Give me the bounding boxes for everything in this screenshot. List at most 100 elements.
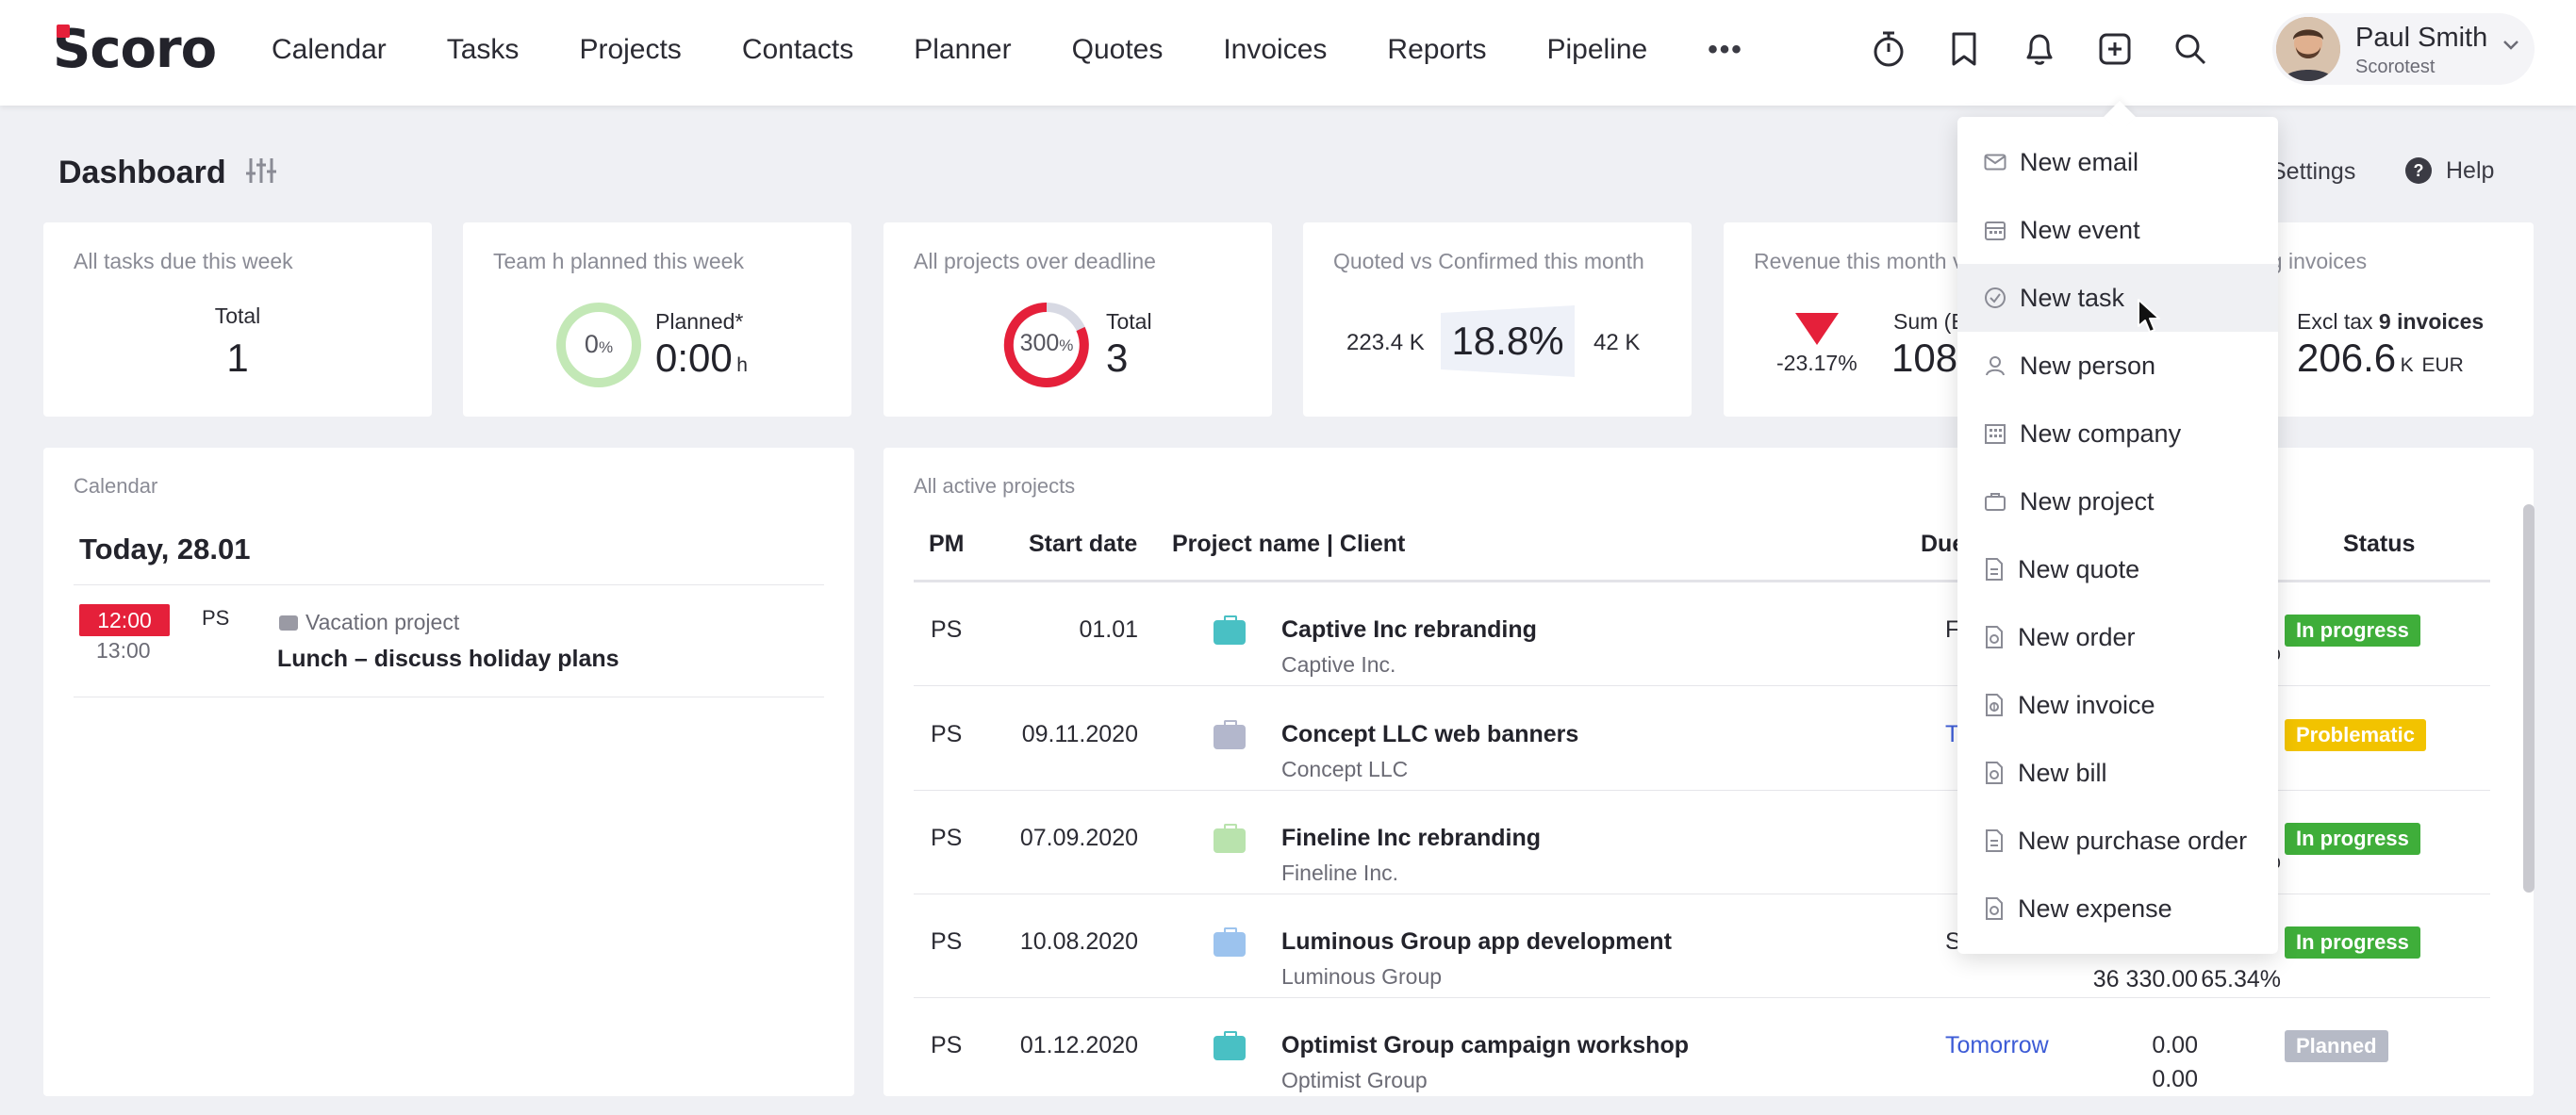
- add-square-icon[interactable]: [2095, 25, 2135, 74]
- row-pm: PS: [931, 721, 963, 747]
- row-project-name[interactable]: Luminous Group app development: [1281, 928, 1672, 956]
- column-header-pm[interactable]: PM: [929, 531, 965, 558]
- row-project-name[interactable]: Captive Inc rebranding: [1281, 616, 1537, 644]
- status-badge: In progress: [2285, 615, 2420, 647]
- nav-projects[interactable]: Projects: [579, 34, 681, 66]
- menu-item-new-purchase-order[interactable]: New purchase order: [1957, 807, 2278, 875]
- event-project: Vacation project: [279, 610, 459, 635]
- calendar-date: Today, 28.01: [79, 533, 251, 566]
- search-icon[interactable]: [2171, 25, 2210, 74]
- kpi-change: -23.17%: [1776, 351, 1858, 375]
- menu-item-new-quote[interactable]: New quote: [1957, 535, 2278, 603]
- nav-planner[interactable]: Planner: [914, 34, 1011, 66]
- row-client[interactable]: Captive Inc.: [1281, 652, 1395, 678]
- event-title: Lunch – discuss holiday plans: [277, 646, 619, 672]
- menu-item-new-email[interactable]: New email: [1957, 128, 2278, 196]
- menu-item-new-person[interactable]: New person: [1957, 332, 2278, 400]
- kpi-projects-over-deadline[interactable]: All projects over deadline 300% Total 3: [883, 222, 1272, 417]
- invoice-document-icon: [1986, 694, 2003, 716]
- kpi-title: Revenue this month v: [1754, 249, 1964, 273]
- briefcase-icon: [1214, 824, 1246, 853]
- status-badge: Problematic: [2285, 719, 2426, 751]
- column-header-status[interactable]: Status: [2343, 531, 2415, 558]
- nav-contacts[interactable]: Contacts: [742, 34, 853, 66]
- settings-link[interactable]: Settings: [2271, 158, 2355, 186]
- scoro-logo[interactable]: Scoro: [53, 19, 217, 80]
- help-link[interactable]: ? Help: [2404, 156, 2494, 185]
- column-header-project-name[interactable]: Project name | Client: [1172, 531, 1405, 558]
- row-project-name[interactable]: Optimist Group campaign workshop: [1281, 1032, 1689, 1059]
- document-icon: [1986, 558, 2003, 581]
- menu-item-new-order[interactable]: New order: [1957, 603, 2278, 671]
- menu-item-new-bill[interactable]: New bill: [1957, 739, 2278, 807]
- kpi-value: 0:00 h: [655, 336, 748, 380]
- bill-document-icon: [1986, 762, 2003, 784]
- menu-item-new-invoice[interactable]: New invoice: [1957, 671, 2278, 739]
- row-start-date: 10.08.2020: [1019, 928, 1138, 955]
- kpi-title: Quoted vs Confirmed this month: [1333, 249, 1644, 273]
- order-document-icon: [1986, 626, 2003, 648]
- kpi-label: Sum (E: [1893, 309, 1966, 334]
- section-title: Calendar: [74, 474, 158, 498]
- nav-quotes[interactable]: Quotes: [1072, 34, 1164, 66]
- row-client[interactable]: Optimist Group: [1281, 1068, 1428, 1093]
- row-due: Tomorrow: [1945, 1032, 2049, 1058]
- down-triangle-icon: [1795, 313, 1839, 345]
- kpi-tasks-due[interactable]: All tasks due this week Total 1: [43, 222, 432, 417]
- nav-reports[interactable]: Reports: [1387, 34, 1486, 66]
- expense-document-icon: [1986, 897, 2003, 920]
- nav-more-button[interactable]: •••: [1708, 34, 1743, 66]
- kpi-value: 108: [1891, 336, 1958, 380]
- table-row[interactable]: PS 01.12.2020 Optimist Group campaign wo…: [914, 998, 2490, 1096]
- column-header-start-date[interactable]: Start date: [1029, 531, 1137, 558]
- row-pm: PS: [931, 825, 963, 851]
- chevron-down-icon: [2502, 40, 2519, 51]
- donut-label: 300%: [1019, 330, 1074, 356]
- bell-icon[interactable]: [2020, 25, 2059, 74]
- row-client[interactable]: Concept LLC: [1281, 757, 1408, 782]
- menu-item-new-expense[interactable]: New expense: [1957, 875, 2278, 943]
- new-item-dropdown: New email New event New task New person …: [1957, 117, 2278, 954]
- kpi-quoted-value: 223.4 K: [1346, 330, 1425, 355]
- menu-item-new-event[interactable]: New event: [1957, 196, 2278, 264]
- kpi-value: 1: [226, 336, 249, 380]
- row-client[interactable]: Luminous Group: [1281, 964, 1442, 990]
- user-menu[interactable]: Paul Smith Scorotest: [2272, 13, 2535, 85]
- kpi-team-hours[interactable]: Team h planned this week 0% Planned* 0:0…: [463, 222, 851, 417]
- kpi-title: Team h planned this week: [493, 249, 744, 273]
- donut-label: 0%: [584, 330, 614, 358]
- event-pm: PS: [202, 606, 230, 630]
- kpi-confirmed-value: 42 K: [1593, 330, 1641, 355]
- briefcase-icon: [279, 615, 298, 631]
- row-project-name[interactable]: Fineline Inc rebranding: [1281, 825, 1541, 852]
- row-client[interactable]: Fineline Inc.: [1281, 861, 1398, 886]
- kpi-quoted-vs-confirmed[interactable]: Quoted vs Confirmed this month 223.4 K 1…: [1303, 222, 1692, 417]
- nav-calendar[interactable]: Calendar: [272, 34, 387, 66]
- menu-item-new-company[interactable]: New company: [1957, 400, 2278, 467]
- bookmark-icon[interactable]: [1944, 25, 1984, 74]
- nav-invoices[interactable]: Invoices: [1223, 34, 1327, 66]
- top-icon-group: [1869, 25, 2246, 74]
- menu-item-new-project[interactable]: New project: [1957, 467, 2278, 535]
- row-project-name[interactable]: Concept LLC web banners: [1281, 721, 1578, 748]
- nav-pipeline[interactable]: Pipeline: [1546, 34, 1647, 66]
- logo-accent-dot: [57, 25, 70, 38]
- projects-scrollbar[interactable]: [2523, 504, 2535, 893]
- mouse-cursor-icon: [2138, 299, 2160, 333]
- row-start-date: 07.09.2020: [1019, 825, 1138, 851]
- dashboard-settings-sliders-icon[interactable]: [245, 156, 277, 185]
- help-icon: ?: [2405, 157, 2432, 184]
- kpi-label: Planned*: [655, 309, 744, 334]
- status-badge: In progress: [2285, 823, 2420, 855]
- stopwatch-icon[interactable]: [1869, 25, 1908, 74]
- row-start-date: 01.12.2020: [1019, 1032, 1138, 1058]
- menu-item-new-task[interactable]: New task: [1957, 264, 2278, 332]
- event-start-time: 12:00: [79, 604, 170, 636]
- briefcase-icon: [1214, 927, 1246, 957]
- nav-tasks[interactable]: Tasks: [447, 34, 520, 66]
- kpi-ratio-value: 18.8%: [1451, 319, 1564, 363]
- kpi-value: 3: [1106, 336, 1129, 380]
- active-projects-widget: All active projects PM Start date Projec…: [883, 448, 2534, 1096]
- briefcase-icon: [1214, 720, 1246, 749]
- row-percent: 65.34%: [2201, 966, 2281, 992]
